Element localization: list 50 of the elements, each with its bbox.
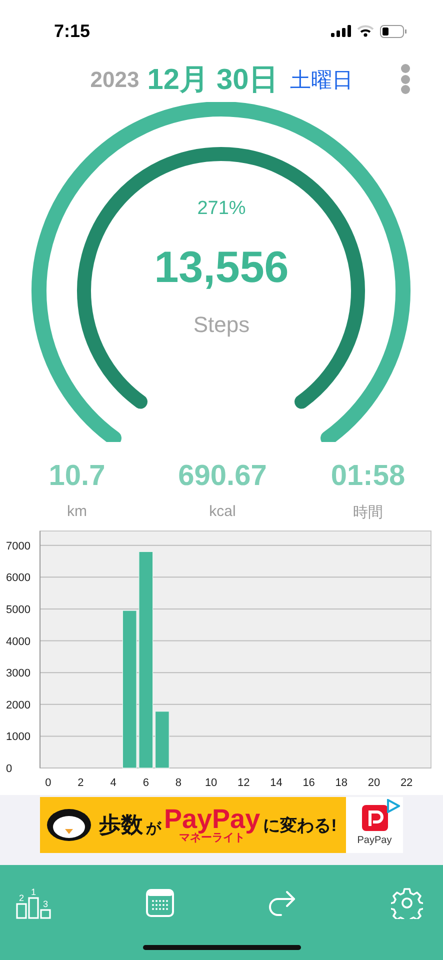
percent-label: 271% bbox=[196, 198, 247, 220]
ad-subtitle: マネーライト bbox=[179, 833, 246, 844]
ad-text: が bbox=[146, 818, 161, 838]
ad-brand-text: PayPay bbox=[164, 806, 260, 833]
x-tick-label: 2 bbox=[78, 777, 84, 789]
wifi-icon bbox=[357, 25, 374, 37]
x-tick-label: 8 bbox=[175, 777, 182, 789]
ad-text: 歩数 bbox=[99, 811, 143, 839]
x-tick-label: 6 bbox=[142, 777, 149, 789]
year-label: 2023 bbox=[90, 67, 140, 93]
y-tick-label: 6000 bbox=[6, 572, 30, 584]
x-tick-label: 20 bbox=[368, 777, 380, 789]
y-tick-label: 0 bbox=[6, 763, 12, 775]
stat-value: 10.7 bbox=[48, 460, 106, 493]
date-label: 12月 30日 bbox=[147, 63, 278, 98]
step-count: 13,556 bbox=[153, 243, 290, 293]
stat-label: km bbox=[66, 503, 88, 520]
settings-icon[interactable] bbox=[390, 887, 423, 919]
paypay-logo-icon bbox=[362, 804, 388, 830]
weekday-label: 土曜日 bbox=[290, 68, 353, 94]
y-tick-label: 5000 bbox=[6, 604, 30, 616]
calendar-icon[interactable] bbox=[146, 889, 174, 917]
share-arrow-icon[interactable] bbox=[267, 890, 298, 916]
y-tick-label: 1000 bbox=[6, 731, 30, 744]
ad-logo[interactable]: PayPay bbox=[346, 797, 403, 853]
battery-icon bbox=[380, 24, 407, 38]
x-tick-label: 4 bbox=[110, 777, 116, 789]
penguin-icon bbox=[46, 808, 92, 842]
logo-label: PayPay bbox=[357, 834, 392, 846]
x-tick-label: 12 bbox=[238, 777, 250, 789]
ad-text: に変わる! bbox=[263, 814, 337, 836]
y-tick-label: 7000 bbox=[6, 540, 30, 552]
x-tick-label: 16 bbox=[302, 777, 315, 789]
x-tick-label: 0 bbox=[45, 777, 52, 789]
ad-choices-icon[interactable] bbox=[386, 799, 400, 813]
stat-label: 時間 bbox=[352, 503, 384, 522]
signal-icon bbox=[331, 25, 351, 37]
x-tick-label: 10 bbox=[204, 777, 218, 789]
stat-value: 690.67 bbox=[177, 460, 268, 493]
more-menu-icon[interactable] bbox=[399, 64, 411, 94]
clock-time: 7:15 bbox=[54, 20, 90, 42]
y-tick-label: 2000 bbox=[6, 699, 30, 712]
x-tick-label: 22 bbox=[400, 777, 413, 789]
stat-value: 01:58 bbox=[330, 460, 406, 493]
y-tick-label: 4000 bbox=[6, 636, 30, 648]
steps-unit-label: Steps bbox=[192, 312, 251, 338]
y-tick-label: 3000 bbox=[6, 668, 30, 680]
x-tick-label: 14 bbox=[270, 777, 282, 789]
stat-label: kcal bbox=[208, 503, 237, 520]
x-tick-label: 18 bbox=[335, 777, 348, 789]
